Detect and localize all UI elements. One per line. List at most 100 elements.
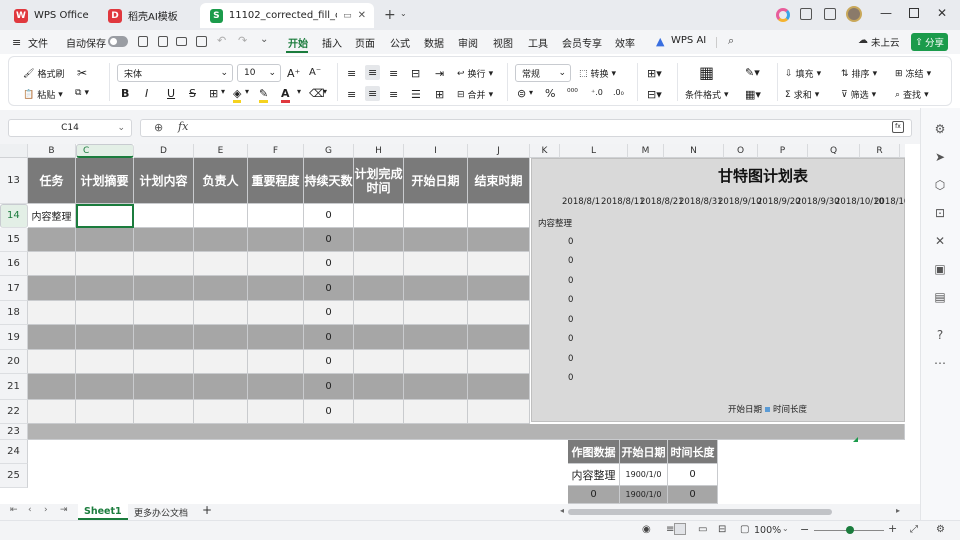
table-cell[interactable]: [354, 228, 404, 252]
table-cell[interactable]: [194, 325, 248, 350]
align-center-icon[interactable]: ≡: [365, 86, 381, 101]
table-cell[interactable]: [134, 252, 194, 276]
layout-icon[interactable]: [824, 8, 836, 20]
chevron-down-icon[interactable]: ▾: [529, 88, 533, 97]
table-cell[interactable]: [76, 228, 134, 252]
last-sheet-icon[interactable]: ⇥: [60, 505, 68, 515]
table-cell[interactable]: [28, 374, 76, 400]
crop-icon[interactable]: ⊡: [931, 204, 949, 222]
avatar[interactable]: [846, 6, 862, 22]
table-cell[interactable]: 0: [304, 228, 354, 252]
table-cell[interactable]: [28, 252, 76, 276]
table-cell[interactable]: [248, 350, 304, 374]
merge-button[interactable]: ⊟ 合并 ▾: [457, 88, 493, 102]
row-header[interactable]: 13: [0, 158, 28, 204]
table-header[interactable]: 任务: [28, 158, 76, 204]
active-cell[interactable]: [76, 204, 134, 228]
image-icon[interactable]: ▣: [931, 260, 949, 278]
table-cell[interactable]: [76, 325, 134, 350]
table-cell[interactable]: [194, 400, 248, 424]
align-bottom-icon[interactable]: ≡: [389, 67, 398, 80]
align-right-icon[interactable]: ≡: [389, 88, 398, 101]
italic-icon[interactable]: I: [145, 87, 148, 100]
table-cell[interactable]: [76, 374, 134, 400]
table-cell[interactable]: [468, 325, 530, 350]
table-cell[interactable]: [354, 276, 404, 301]
menu-page[interactable]: 页面: [355, 35, 375, 50]
row-header[interactable]: 14: [0, 204, 28, 228]
column-header[interactable]: G: [304, 144, 354, 158]
table-cell[interactable]: [194, 276, 248, 301]
decrease-decimal-icon[interactable]: .0₀: [613, 88, 624, 97]
menu-view[interactable]: 视图: [493, 35, 513, 50]
table-cell[interactable]: 0: [304, 204, 354, 228]
table-header[interactable]: 计划内容: [134, 158, 194, 204]
more-icon[interactable]: ⋯: [931, 354, 949, 372]
column-header[interactable]: D: [134, 144, 194, 158]
strikethrough-icon[interactable]: S: [189, 87, 196, 100]
menu-home[interactable]: 开始: [288, 35, 308, 50]
table-cell[interactable]: [468, 252, 530, 276]
fill-button[interactable]: ⇩ 填充 ▾: [785, 67, 821, 81]
window-tile-icon[interactable]: [800, 8, 812, 20]
menu-member[interactable]: 会员专享: [562, 35, 602, 50]
tab-spreadsheet[interactable]: S 11102_corrected_fill_clean ▭ ✕: [200, 3, 374, 28]
table-cell[interactable]: [76, 400, 134, 424]
underline-icon[interactable]: U: [167, 87, 175, 100]
help-icon[interactable]: ?: [931, 326, 949, 344]
zoom-level[interactable]: 100%: [754, 525, 781, 536]
table-cell[interactable]: [468, 400, 530, 424]
menu-wps-ai[interactable]: WPS AI: [671, 35, 706, 46]
spreadsheet-grid[interactable]: BCDEFGHIJKLMNOPQRS 131415161718192021222…: [0, 144, 905, 504]
column-header[interactable]: I: [404, 144, 468, 158]
table-cell[interactable]: 0: [304, 252, 354, 276]
row-header[interactable]: 20: [0, 350, 28, 374]
row-header[interactable]: 17: [0, 276, 28, 301]
row-header[interactable]: 19: [0, 325, 28, 350]
table-cell[interactable]: [468, 374, 530, 400]
format-painter-button[interactable]: 🖌 格式刷: [23, 67, 64, 81]
column-header[interactable]: E: [194, 144, 248, 158]
menu-data[interactable]: 数据: [424, 35, 444, 50]
table-header[interactable]: 持续天数: [304, 158, 354, 204]
number-format-select[interactable]: 常规 ⌄: [515, 64, 571, 82]
table-cell[interactable]: 0: [304, 400, 354, 424]
settings-icon[interactable]: ⚙: [936, 524, 945, 535]
next-sheet-icon[interactable]: ›: [44, 505, 48, 515]
increase-decimal-icon[interactable]: ⁺.0: [591, 88, 603, 97]
zoom-formula-icon[interactable]: ⊕: [154, 121, 163, 134]
table-header[interactable]: 开始日期: [404, 158, 468, 204]
table-cell[interactable]: 0: [304, 325, 354, 350]
table-cell[interactable]: [468, 301, 530, 325]
currency-icon[interactable]: ⊜: [517, 87, 526, 100]
table-cell[interactable]: 0: [668, 464, 718, 486]
column-header[interactable]: H: [354, 144, 404, 158]
table-cell[interactable]: [28, 350, 76, 374]
table-cell[interactable]: [76, 276, 134, 301]
table-cell[interactable]: [134, 204, 194, 228]
name-box[interactable]: C14 ⌄: [8, 119, 132, 137]
column-header[interactable]: M: [628, 144, 664, 158]
indent-icon[interactable]: ⇥: [435, 67, 444, 80]
save-icon[interactable]: [138, 36, 148, 47]
table-cell[interactable]: [404, 228, 468, 252]
percent-icon[interactable]: %: [545, 87, 555, 100]
table-cell[interactable]: [468, 350, 530, 374]
table-cell[interactable]: [28, 301, 76, 325]
table-cell[interactable]: [248, 374, 304, 400]
table-cell[interactable]: [194, 228, 248, 252]
row-col-icon[interactable]: ⊞▾: [647, 67, 662, 80]
row-header[interactable]: 16: [0, 252, 28, 276]
table-cell[interactable]: [28, 228, 76, 252]
column-header[interactable]: Q: [808, 144, 860, 158]
table-cell[interactable]: [404, 276, 468, 301]
chevron-down-icon[interactable]: ⌄: [400, 9, 407, 18]
table-cell[interactable]: [404, 374, 468, 400]
tools-icon[interactable]: ✕: [931, 232, 949, 250]
ai-assistant-icon[interactable]: [776, 8, 790, 22]
minimize-icon[interactable]: —: [880, 6, 892, 20]
row-header[interactable]: 22: [0, 400, 28, 424]
table-cell[interactable]: [468, 276, 530, 301]
table-style-icon[interactable]: ▦▾: [745, 88, 761, 101]
table-cell[interactable]: 0: [668, 486, 718, 504]
